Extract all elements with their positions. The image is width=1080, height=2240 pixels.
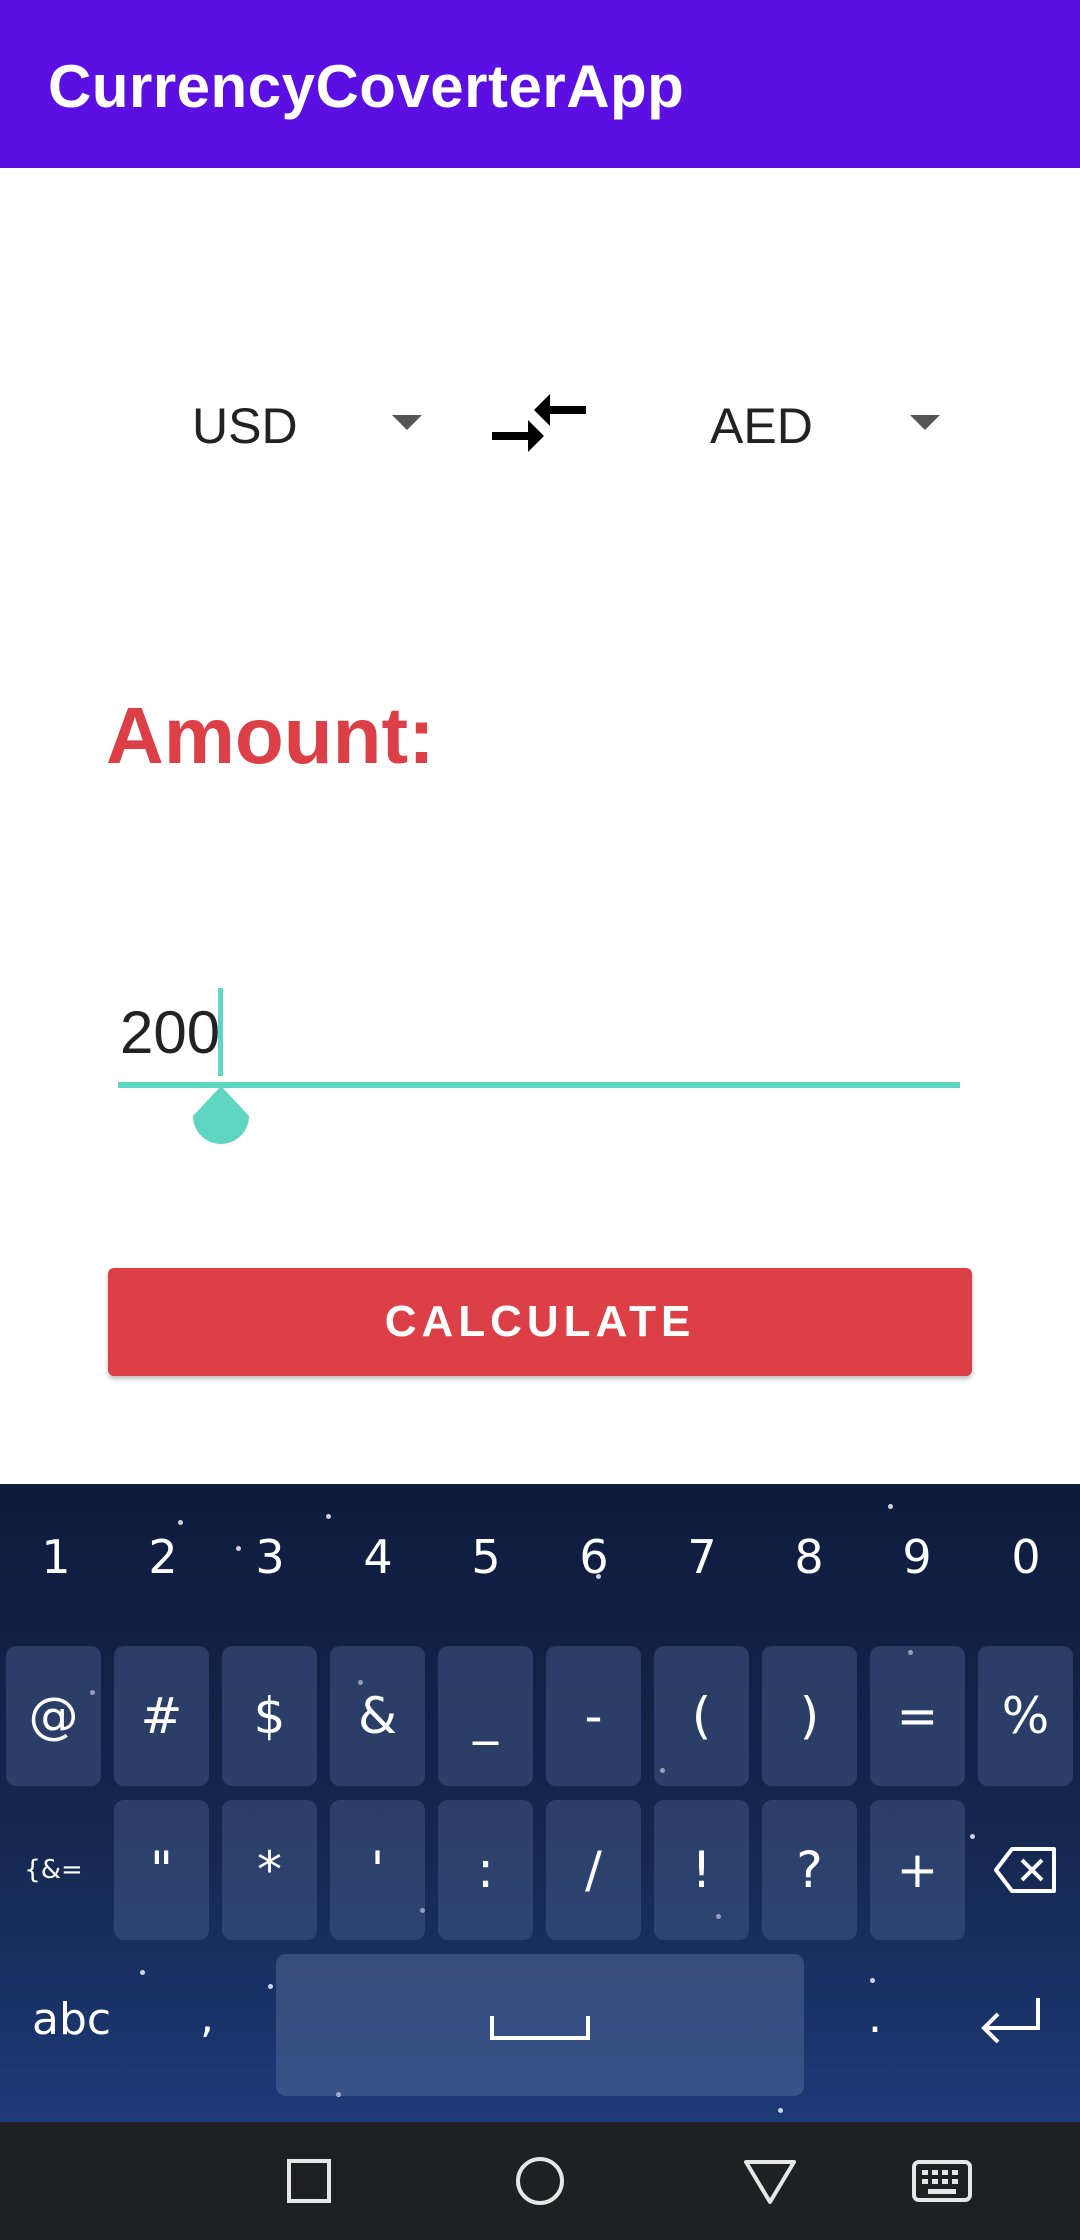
more-symbols-key[interactable]: {&=: [6, 1800, 101, 1940]
amount-input[interactable]: 200: [118, 980, 960, 1144]
dropdown-arrow-icon: [910, 415, 940, 430]
key-asterisk[interactable]: *: [222, 1800, 317, 1940]
to-currency-dropdown[interactable]: AED: [710, 385, 940, 465]
key-exclamation[interactable]: !: [654, 1800, 749, 1940]
key-1[interactable]: 1: [2, 1530, 110, 1584]
calculate-button[interactable]: CALCULATE: [108, 1268, 972, 1376]
key-4[interactable]: 4: [324, 1530, 432, 1584]
cursor-handle[interactable]: [191, 1086, 251, 1150]
key-percent[interactable]: %: [978, 1646, 1073, 1786]
home-circle-icon[interactable]: [510, 2156, 570, 2206]
key-double-quote[interactable]: ": [114, 1800, 209, 1940]
enter-icon[interactable]: [978, 1994, 1042, 2055]
key-ampersand[interactable]: &: [330, 1646, 425, 1786]
key-at[interactable]: @: [6, 1646, 101, 1786]
abc-key[interactable]: abc: [32, 1994, 111, 2045]
system-nav-bar: [0, 2122, 1080, 2240]
app-bar: CurrencyCoverterApp: [0, 0, 1080, 168]
key-apostrophe[interactable]: ': [330, 1800, 425, 1940]
keyboard-star: [870, 1978, 875, 1983]
period-key[interactable]: .: [868, 1992, 882, 2043]
key-plus[interactable]: +: [870, 1800, 965, 1940]
backspace-icon[interactable]: [978, 1800, 1073, 1940]
from-currency-dropdown[interactable]: USD: [192, 385, 422, 465]
key-hash[interactable]: #: [114, 1646, 209, 1786]
key-colon[interactable]: :: [438, 1800, 533, 1940]
recents-square-icon[interactable]: [280, 2156, 340, 2206]
key-7[interactable]: 7: [648, 1530, 756, 1584]
number-row: 1 2 3 4 5 6 7 8 9 0: [0, 1484, 1080, 1634]
key-2[interactable]: 2: [109, 1530, 217, 1584]
comma-key[interactable]: ,: [200, 1992, 214, 2043]
keyboard-star: [778, 2108, 783, 2113]
key-3[interactable]: 3: [216, 1530, 324, 1584]
back-triangle-icon[interactable]: [740, 2156, 800, 2206]
space-bar-icon: [490, 2016, 590, 2040]
keyboard-star: [970, 1834, 975, 1839]
key-dollar[interactable]: $: [222, 1646, 317, 1786]
key-slash[interactable]: /: [546, 1800, 641, 1940]
app-title: CurrencyCoverterApp: [48, 53, 685, 120]
key-5[interactable]: 5: [432, 1530, 540, 1584]
key-9[interactable]: 9: [863, 1530, 971, 1584]
amount-label: Amount:: [106, 691, 435, 780]
space-bar[interactable]: [276, 1954, 804, 2096]
from-currency-value: USD: [192, 398, 298, 454]
keyboard-star: [268, 1984, 273, 1989]
keyboard-star: [140, 1970, 145, 1975]
key-open-paren[interactable]: (: [654, 1646, 749, 1786]
keyboard-icon[interactable]: [912, 2156, 972, 2206]
key-underscore[interactable]: _: [438, 1646, 533, 1786]
to-currency-value: AED: [710, 398, 813, 454]
dropdown-arrow-icon: [392, 415, 422, 430]
amount-value: 200: [120, 999, 221, 1066]
text-cursor: [218, 988, 223, 1076]
key-question[interactable]: ?: [762, 1800, 857, 1940]
key-hyphen[interactable]: -: [546, 1646, 641, 1786]
key-close-paren[interactable]: ): [762, 1646, 857, 1786]
key-8[interactable]: 8: [755, 1530, 863, 1584]
soft-keyboard: 1 2 3 4 5 6 7 8 9 0 @ # $ & _ - ( ) = % …: [0, 1484, 1080, 2122]
swap-arrows-icon[interactable]: [492, 392, 586, 458]
key-equals[interactable]: =: [870, 1646, 965, 1786]
key-0[interactable]: 0: [972, 1530, 1080, 1584]
key-6[interactable]: 6: [540, 1530, 648, 1584]
